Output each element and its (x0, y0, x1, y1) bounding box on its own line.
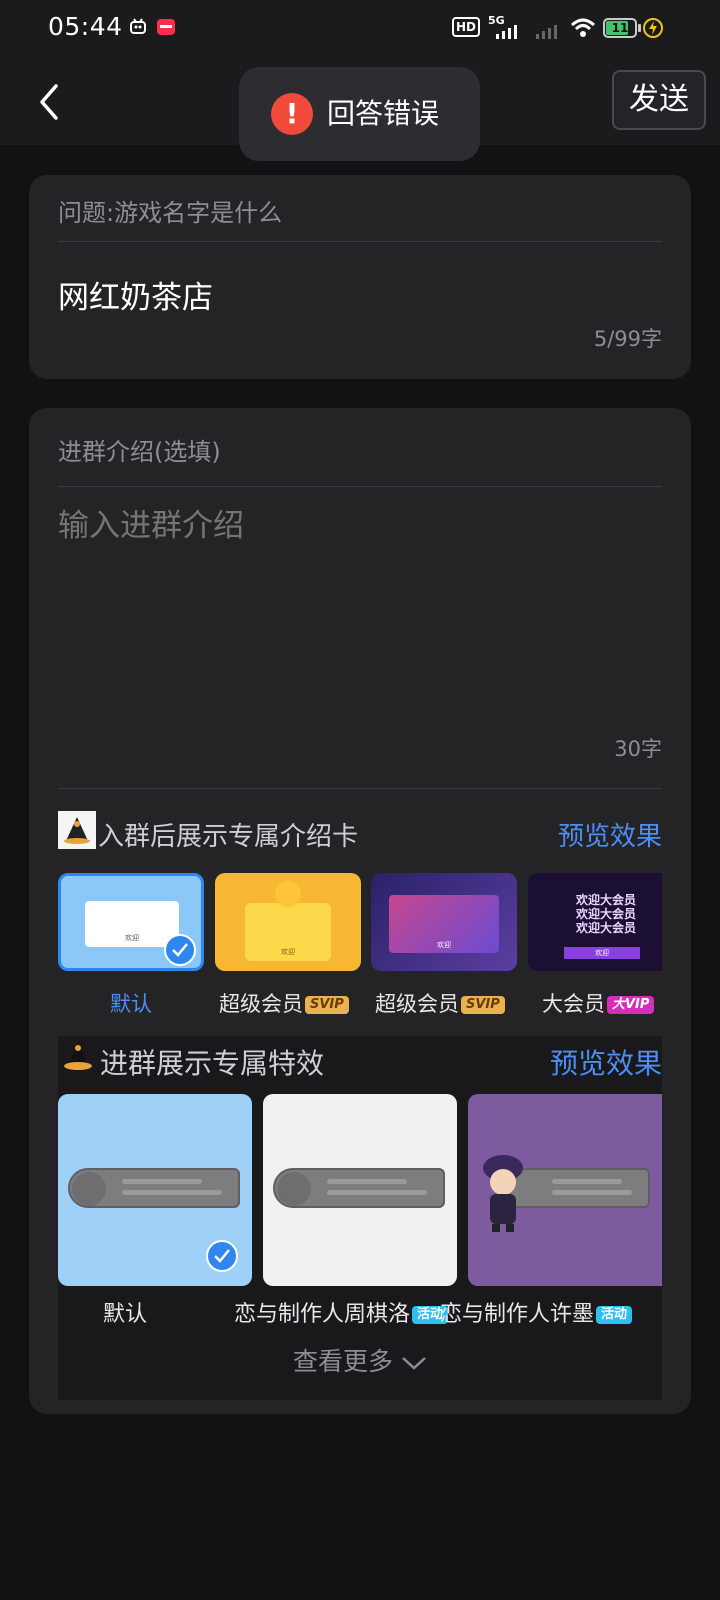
toast-message: 回答错误 (327, 97, 440, 130)
vip-preview-text: 欢迎大会员 欢迎大会员 欢迎大会员 (576, 893, 637, 935)
effect-option-default[interactable] (58, 1094, 252, 1286)
status-bar: 05:44 HD 5G 11 (0, 0, 720, 56)
svip-tag: SVIP (305, 996, 349, 1014)
intro-card: 进群介绍(选填) 30字 入群后展示专属介绍卡 预览效果 欢迎 默认 欢迎 超级… (29, 408, 691, 1414)
avatar-placeholder-icon (277, 1172, 311, 1206)
vip-preview-button: 欢迎 (564, 947, 640, 959)
character-avatar-icon (478, 1152, 528, 1232)
intro-card-section-icon (58, 811, 96, 849)
intro-char-count: 30字 (614, 737, 662, 761)
divider (58, 788, 662, 789)
effects-panel: 进群展示专属特效 预览效果 默认 恋与制作人周棋洛 活动 恋与制作人许墨 活动 … (58, 1036, 662, 1400)
intro-label: 进群介绍(选填) (58, 438, 221, 466)
crown-decoration (275, 881, 301, 907)
wifi-icon (570, 17, 596, 37)
text-line (327, 1179, 407, 1184)
see-more-label: 查看更多 (293, 1347, 394, 1376)
question-label: 问题:游戏名字是什么 (58, 199, 283, 227)
signal-icon (496, 24, 520, 44)
card-preview-text: 欢迎 (437, 941, 451, 949)
text-line (552, 1179, 622, 1184)
send-button[interactable]: 发送 (612, 70, 706, 130)
effects-preview-link[interactable]: 预览效果 (550, 1042, 662, 1082)
intro-card-option-label: 默认 (110, 992, 152, 1016)
effect-option-xu-mo[interactable] (468, 1094, 662, 1286)
battery-icon: 11 (603, 18, 641, 38)
effect-option-zhou-qiluo[interactable] (263, 1094, 457, 1286)
error-icon: ! (271, 93, 313, 135)
answer-char-count: 5/99字 (593, 327, 662, 351)
intro-card-option-vip[interactable]: 欢迎大会员 欢迎大会员 欢迎大会员 欢迎 (528, 873, 662, 971)
effect-preview-bar (273, 1168, 445, 1208)
intro-card-option-svip-2[interactable]: 欢迎 (371, 873, 517, 971)
text-line (122, 1190, 222, 1195)
intro-card-section-title: 入群后展示专属介绍卡 (98, 822, 359, 852)
selected-check-icon (206, 1240, 238, 1272)
intro-card-option-svip-1[interactable]: 欢迎 (215, 873, 361, 971)
text-line (327, 1190, 427, 1195)
effect-option-label: 默认 (103, 1302, 148, 1327)
intro-card-preview-link[interactable]: 预览效果 (558, 816, 662, 853)
svip-tag: SVIP (461, 996, 505, 1014)
divider (58, 241, 662, 242)
selected-check-icon (164, 934, 196, 966)
card-preview: 欢迎 (85, 901, 179, 947)
chevron-down-icon (401, 1349, 427, 1378)
effect-option-label: 恋与制作人许墨 活动 (440, 1296, 633, 1328)
intro-card-option-label: 超级会员 SVIP (375, 988, 505, 1018)
text-line (122, 1179, 202, 1184)
app-notification-icon (128, 17, 148, 37)
question-card: 问题:游戏名字是什么 网红奶茶店 5/99字 (29, 175, 691, 379)
red-app-notification-icon (156, 17, 176, 37)
divider (58, 486, 662, 487)
charging-icon (643, 18, 663, 38)
effects-section-title: 进群展示专属特效 (100, 1047, 325, 1080)
card-preview: 欢迎 (245, 903, 331, 961)
event-tag: 活动 (596, 1306, 633, 1324)
battery-level: 11 (611, 21, 629, 35)
status-time: 05:44 (48, 12, 123, 41)
vip-tag: 大VIP (607, 996, 655, 1014)
intro-card-option-label: 大会员 大VIP (542, 988, 655, 1018)
intro-input[interactable] (58, 508, 618, 544)
card-preview: 欢迎 (389, 895, 499, 953)
intro-card-option-label: 超级会员 SVIP (219, 988, 349, 1018)
card-preview-text: 欢迎 (281, 948, 295, 956)
hd-indicator: HD (452, 17, 481, 37)
effects-section-icon (60, 1038, 96, 1074)
effect-option-label: 恋与制作人周棋洛 活动 (234, 1296, 449, 1328)
error-toast: ! 回答错误 (239, 67, 480, 161)
see-more-button[interactable]: 查看更多 (58, 1342, 662, 1378)
effect-preview-bar (68, 1168, 240, 1208)
signal-2-icon (536, 24, 560, 44)
text-line (552, 1190, 632, 1195)
answer-field[interactable]: 网红奶茶店 (58, 272, 213, 317)
intro-card-option-default[interactable]: 欢迎 (58, 873, 204, 971)
back-arrow-icon[interactable] (34, 82, 64, 122)
avatar-placeholder-icon (72, 1172, 106, 1206)
